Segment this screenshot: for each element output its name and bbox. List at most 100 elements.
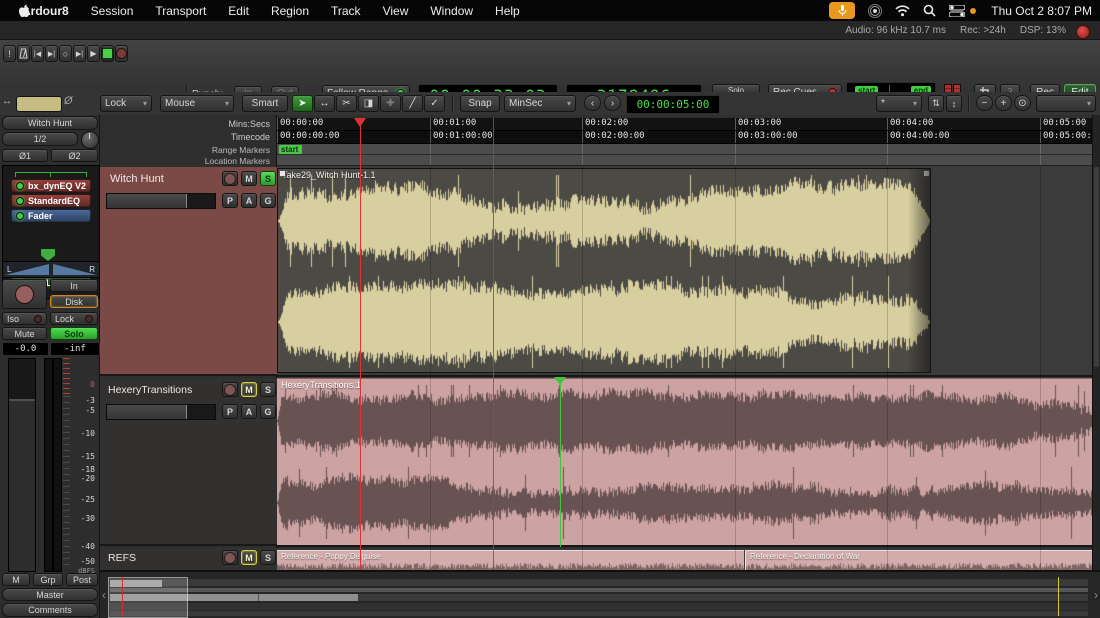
record-arm-button[interactable] xyxy=(115,45,128,62)
menu-track[interactable]: Track xyxy=(331,4,361,18)
processor-active-led[interactable] xyxy=(16,197,24,205)
contents-tool-button[interactable]: ✓ xyxy=(424,95,445,112)
spotlight-search-icon[interactable] xyxy=(923,4,936,17)
waveform-hexerytransitions[interactable] xyxy=(277,379,1100,545)
ruler-location-markers[interactable] xyxy=(277,155,1100,166)
track-solo-button[interactable]: S xyxy=(260,550,276,565)
ruler-minsec[interactable]: 00:00:0000:01:0000:02:0000:03:0000:04:00… xyxy=(277,118,1100,131)
track-playlist-button[interactable]: P xyxy=(222,193,238,208)
menu-view[interactable]: View xyxy=(383,4,409,18)
mono-button[interactable]: M xyxy=(2,573,30,586)
metronome-button[interactable] xyxy=(17,45,30,62)
stop-button[interactable] xyxy=(101,45,114,62)
track-lane-witch-hunt[interactable]: Take29_Witch Hunt-1.1 xyxy=(277,166,1100,377)
processor-bx-dyneq-v2[interactable]: bx_dynEQ V2 xyxy=(11,179,91,192)
ruler-label-location-markers[interactable]: Location Markers xyxy=(205,156,270,166)
trim-knob[interactable] xyxy=(81,131,99,149)
track-gain-fader[interactable] xyxy=(106,193,216,209)
region-reference-1[interactable]: Reference - Poppy Disguise xyxy=(277,550,744,570)
processor-standardeq[interactable]: StandardEQ xyxy=(11,194,91,207)
region-take29[interactable]: Take29_Witch Hunt-1.1 xyxy=(277,168,931,373)
menu-window[interactable]: Window xyxy=(430,4,473,18)
zoom-fit-button[interactable]: ⊙ xyxy=(1014,95,1031,111)
mute-button[interactable]: Mute xyxy=(2,327,47,340)
marker-green-triangle-icon[interactable] xyxy=(554,377,566,385)
menubar-clock[interactable]: Thu Oct 2 8:07 PM xyxy=(991,4,1092,18)
lock-dropdown[interactable]: Lock▾ xyxy=(100,95,152,112)
track-lane-refs[interactable]: Reference - Poppy Disguise Reference - D… xyxy=(277,549,1100,570)
marker-green-line[interactable] xyxy=(560,377,561,547)
group-button[interactable]: Grp xyxy=(33,573,63,586)
wifi-icon[interactable] xyxy=(895,5,910,17)
nudge-clock[interactable]: 00:00:05:00 xyxy=(626,95,720,114)
processor-fader[interactable]: Fader xyxy=(11,209,91,222)
region-hexerytransitions[interactable]: HexeryTransitions.1 xyxy=(277,378,1100,545)
track-mute-button[interactable]: M xyxy=(241,550,257,565)
zoom-focus-dropdown[interactable]: ▾ xyxy=(1036,95,1096,112)
track-color-swatch[interactable] xyxy=(16,96,62,112)
editor-summary[interactable]: ‹ › xyxy=(100,570,1100,618)
pan-widget[interactable]: L R xyxy=(2,261,100,278)
cut-tool-button[interactable]: ✂ xyxy=(336,95,357,112)
grid-unit-dropdown[interactable]: MinSec▾ xyxy=(504,95,576,112)
scroll-left-icon[interactable]: ‹ xyxy=(102,588,106,602)
track-name[interactable]: REFS xyxy=(108,552,136,564)
global-record-indicator[interactable] xyxy=(1076,25,1090,39)
track-record-button[interactable] xyxy=(222,550,238,565)
ruler-label-range-markers[interactable]: Range Markers xyxy=(212,145,270,155)
master-output-button[interactable]: Master xyxy=(2,588,98,601)
track-name[interactable]: HexeryTransitions xyxy=(108,384,192,396)
range-tool-button[interactable]: ↔ xyxy=(314,95,335,112)
waveform-witch-hunt[interactable] xyxy=(278,169,930,372)
mouse-mode-dropdown[interactable]: Mouse▾ xyxy=(160,95,234,112)
microphone-in-use-icon[interactable] xyxy=(829,2,855,19)
nudge-forward-button[interactable]: › xyxy=(604,95,621,111)
fade-in-handle[interactable] xyxy=(279,170,286,177)
ruler-label-minsec[interactable]: Mins:Secs xyxy=(228,119,270,129)
editor-canvas[interactable]: 00:00:0000:01:0000:02:0000:03:0000:04:00… xyxy=(277,115,1100,570)
comments-button[interactable]: Comments xyxy=(2,603,98,617)
metering-point-button[interactable]: Post xyxy=(66,573,98,586)
vertical-scrollbar-handle[interactable] xyxy=(1094,167,1099,367)
goto-end-button[interactable]: ▶| xyxy=(45,45,58,62)
goto-start-button[interactable]: |◀ xyxy=(31,45,44,62)
menu-session[interactable]: Session xyxy=(91,4,134,18)
processor-active-led[interactable] xyxy=(16,212,24,220)
track-solo-button[interactable]: S xyxy=(260,171,276,186)
expand-tracks-button[interactable]: ↕ xyxy=(946,95,962,112)
track-group-button[interactable]: G xyxy=(260,193,276,208)
track-record-button[interactable] xyxy=(222,382,238,397)
track-header-witch-hunt[interactable]: Witch Hunt M S P A G xyxy=(100,167,277,376)
track-lane-hexerytransitions[interactable]: HexeryTransitions.1 xyxy=(277,377,1100,547)
midi-panic-button[interactable]: ! xyxy=(3,45,16,62)
solo-lock-button[interactable]: Lock xyxy=(50,312,98,325)
gain-display[interactable]: -0.0 xyxy=(2,342,49,356)
play-range-button[interactable]: ▶| xyxy=(73,45,86,62)
track-name[interactable]: Witch Hunt xyxy=(110,173,164,185)
smart-mode-button[interactable]: Smart xyxy=(242,95,288,112)
menu-edit[interactable]: Edit xyxy=(228,4,249,18)
track-playlist-button[interactable]: P xyxy=(222,404,238,419)
play-button[interactable]: ▶ xyxy=(87,45,100,62)
menu-transport[interactable]: Transport xyxy=(155,4,206,18)
draw-tool-button[interactable]: ╱ xyxy=(402,95,423,112)
phase-2-button[interactable]: Ø2 xyxy=(51,149,98,162)
zoom-in-button[interactable]: + xyxy=(995,95,1012,111)
grab-tool-button[interactable]: ➤ xyxy=(292,95,313,112)
start-range-marker[interactable]: start xyxy=(279,145,302,154)
zoom-out-button[interactable]: − xyxy=(976,95,993,111)
screen-mirroring-icon[interactable] xyxy=(868,4,882,18)
summary-viewport[interactable] xyxy=(108,577,188,618)
phase-1-button[interactable]: Ø1 xyxy=(2,149,48,162)
ruler-timecode[interactable]: 00:00:00:0000:01:00:0000:02:00:0000:03:0… xyxy=(277,131,1100,144)
loop-button[interactable]: ○ xyxy=(59,45,72,62)
strip-io-button[interactable]: 1/2 xyxy=(2,132,78,146)
nudge-back-button[interactable]: ‹ xyxy=(584,95,601,111)
playhead-triangle-icon[interactable] xyxy=(354,118,366,127)
processor-active-led[interactable] xyxy=(16,182,24,190)
track-mute-button[interactable]: M xyxy=(241,382,257,397)
track-header-refs[interactable]: REFS M S xyxy=(100,548,277,570)
scroll-right-icon[interactable]: › xyxy=(1094,588,1098,602)
track-automation-button[interactable]: A xyxy=(241,193,257,208)
apple-icon[interactable] xyxy=(18,4,31,18)
